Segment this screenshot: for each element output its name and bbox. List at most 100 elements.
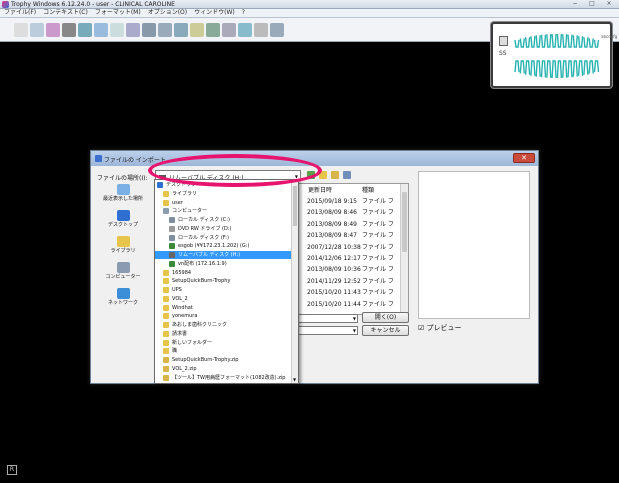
view-menu-icon[interactable] bbox=[343, 171, 351, 179]
layout-quad-icon[interactable] bbox=[158, 23, 172, 37]
dropdown-item[interactable]: VOL_2 bbox=[155, 295, 291, 303]
column-header-type[interactable]: 種類 bbox=[362, 185, 374, 194]
place-item[interactable]: 最近表示した場所 bbox=[97, 184, 149, 208]
dropdown-item[interactable]: DVD RW ドライブ (D:) bbox=[155, 225, 291, 233]
scanner-icon[interactable] bbox=[254, 23, 268, 37]
dropdown-item-label: コンピューター bbox=[172, 208, 208, 215]
dropdown-item[interactable]: Windhat bbox=[155, 304, 291, 312]
place-item[interactable]: コンピューター bbox=[97, 262, 149, 286]
table-row[interactable]: 2007/12/28 10:38 ファイル フ bbox=[307, 242, 399, 253]
layout-full-icon[interactable] bbox=[142, 23, 156, 37]
dropdown-item[interactable]: コンピューター bbox=[155, 207, 291, 215]
recent-places-icon bbox=[116, 184, 130, 195]
dropdown-item-label: ライブラリ bbox=[172, 190, 198, 197]
annotation-icon[interactable] bbox=[190, 23, 204, 37]
patient-file-icon[interactable] bbox=[30, 23, 44, 37]
folder-icon bbox=[163, 330, 169, 337]
date-cell: 2015/10/20 11:44 bbox=[307, 300, 361, 308]
scroll-thumb[interactable] bbox=[293, 186, 297, 226]
lookin-label: ファイルの場所(I): bbox=[97, 175, 148, 182]
place-item[interactable]: ライブラリ bbox=[97, 236, 149, 260]
dropdown-item[interactable]: ローカル ディスク (C:) bbox=[155, 216, 291, 224]
lower-tooth-icon bbox=[567, 60, 573, 78]
table-row[interactable]: 2015/09/18 9:15 ファイル フ bbox=[307, 196, 399, 207]
dropdown-item[interactable]: esgob (¥¥172.23.1.202) (G:) bbox=[155, 242, 291, 250]
dropdown-item[interactable]: SetupQuickBurn-Trophy.zip bbox=[155, 356, 291, 364]
upper-tooth-icon bbox=[583, 37, 589, 48]
print-icon[interactable] bbox=[222, 23, 236, 37]
dropdown-scrollbar[interactable]: ▼ bbox=[291, 180, 298, 383]
table-row[interactable]: 2015/10/20 11:43 ファイル フ bbox=[307, 287, 399, 298]
new-folder-icon[interactable] bbox=[331, 171, 339, 179]
dropdown-item[interactable]: vn配布 (172.16.1.9) bbox=[155, 260, 291, 268]
table-row[interactable]: 2013/08/09 8:49 ファイル フ bbox=[307, 219, 399, 230]
open-button[interactable]: 開く(O) bbox=[362, 312, 409, 323]
table-row[interactable]: 2015/10/20 11:44 ファイル フ bbox=[307, 299, 399, 310]
type-cell: ファイル フ bbox=[362, 300, 394, 308]
dropdown-item[interactable]: あおしま歯科クリニック bbox=[155, 321, 291, 329]
display-icon[interactable] bbox=[206, 23, 220, 37]
exit-icon[interactable] bbox=[270, 23, 284, 37]
upper-tooth-icon bbox=[556, 33, 563, 48]
table-row[interactable]: 2013/08/09 8:47 ファイル フ bbox=[307, 230, 399, 241]
minimize-button[interactable]: − bbox=[569, 1, 581, 7]
ruler2-icon[interactable] bbox=[110, 23, 124, 37]
back-icon[interactable] bbox=[307, 171, 315, 179]
menu-options[interactable]: オプション(O) bbox=[148, 9, 187, 17]
scroll-thumb[interactable] bbox=[402, 192, 407, 252]
dropdown-item[interactable]: ライブラリ bbox=[155, 190, 291, 198]
table-row[interactable]: 2014/11/29 12:52 ファイル フ bbox=[307, 276, 399, 287]
patient-thumbnail[interactable]: SS abcdefg bbox=[491, 22, 617, 88]
table-row[interactable]: 2014/12/06 12:17 ファイル フ bbox=[307, 253, 399, 264]
column-header-date[interactable]: 更新日時 bbox=[308, 185, 332, 194]
dropdown-item-label: user bbox=[172, 199, 183, 206]
dropdown-icon[interactable] bbox=[62, 23, 76, 37]
lower-tooth-icon bbox=[535, 60, 541, 77]
dropdown-item[interactable]: 請求書 bbox=[155, 330, 291, 338]
menu-file[interactable]: ファイル(F) bbox=[4, 9, 36, 17]
maximize-button[interactable]: □ bbox=[586, 1, 598, 7]
place-item[interactable]: ネットワーク bbox=[97, 288, 149, 312]
dropdown-item[interactable]: VOL_2.zip bbox=[155, 365, 291, 373]
menu-help[interactable]: ? bbox=[242, 9, 245, 17]
image-export-icon[interactable] bbox=[238, 23, 252, 37]
image-edit-icon[interactable] bbox=[94, 23, 108, 37]
dropdown-item[interactable]: user bbox=[155, 199, 291, 207]
up-folder-icon[interactable] bbox=[319, 171, 327, 179]
date-cell: 2007/12/28 10:38 bbox=[307, 243, 361, 251]
dropdown-item[interactable]: ローカル ディスク (F:) bbox=[155, 234, 291, 242]
scroll-down-arrow-icon[interactable]: ▼ bbox=[293, 377, 296, 382]
dropdown-item[interactable]: 【ツール】TW用病歴フォーマット(1082改造).zip bbox=[155, 374, 291, 382]
place-item[interactable]: デスクトップ bbox=[97, 210, 149, 234]
dropdown-item[interactable]: デスクトップ bbox=[155, 181, 291, 189]
table-row[interactable]: 2013/08/09 10:36 ファイル フ bbox=[307, 264, 399, 275]
cancel-button[interactable]: キャンセル bbox=[362, 325, 409, 336]
folder-icon bbox=[163, 304, 169, 311]
image-acquire-icon[interactable] bbox=[46, 23, 60, 37]
ruler-icon[interactable] bbox=[78, 23, 92, 37]
dropdown-item[interactable]: 新しいフォルダー bbox=[155, 339, 291, 347]
desktop-icon bbox=[116, 210, 130, 221]
layout-grid-icon[interactable] bbox=[174, 23, 188, 37]
dropdown-item[interactable]: 職 bbox=[155, 347, 291, 355]
dropdown-item-label: 165984 bbox=[172, 269, 192, 276]
menu-window[interactable]: ウィンドウ(W) bbox=[194, 9, 235, 17]
dropdown-item[interactable]: UPS bbox=[155, 286, 291, 294]
dropdown-item[interactable]: SetupQuickBurn-Trophy bbox=[155, 277, 291, 285]
lookin-dropdown-list[interactable]: デスクトップ ライブラリ user コンピューター ローカル ディスク (C:) DVD … bbox=[154, 179, 299, 384]
table-row[interactable]: 2013/08/09 8:46 ファイル フ bbox=[307, 207, 399, 218]
close-button[interactable]: × bbox=[603, 1, 615, 7]
dropdown-item[interactable]: 165984 bbox=[155, 269, 291, 277]
lower-tooth-icon bbox=[524, 60, 531, 75]
dropdown-item[interactable]: リムーバブル ディスク (H:) bbox=[155, 251, 291, 259]
image-view-icon[interactable] bbox=[126, 23, 140, 37]
preview-checkbox[interactable]: ☑ プレビュー bbox=[418, 323, 462, 333]
menu-context[interactable]: コンテキスト(C) bbox=[43, 9, 88, 17]
thumbnail-toggle-button[interactable] bbox=[499, 36, 508, 46]
dropdown-item-label: VOL_2 bbox=[172, 295, 188, 302]
dialog-close-button[interactable]: ✕ bbox=[513, 153, 535, 163]
dropdown-item[interactable]: yonemura bbox=[155, 312, 291, 320]
file-list-scrollbar[interactable] bbox=[400, 184, 408, 314]
menu-format[interactable]: フォーマット(M) bbox=[95, 9, 141, 17]
new-patient-icon[interactable] bbox=[14, 23, 28, 37]
